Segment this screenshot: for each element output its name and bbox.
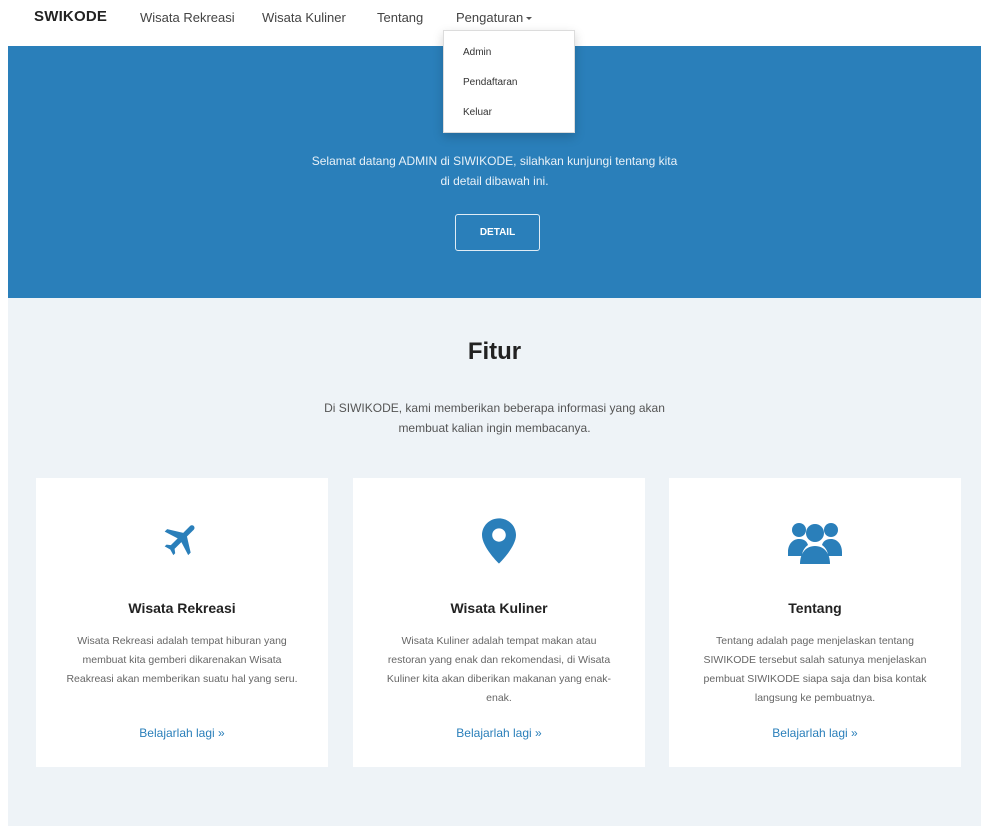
card-title: Tentang: [788, 600, 842, 616]
card-title: Wisata Kuliner: [450, 600, 548, 616]
card-title: Wisata Rekreasi: [128, 600, 236, 616]
features-description: Di SIWIKODE, kami memberikan beberapa in…: [8, 398, 981, 438]
hero-text-line1: Selamat datang ADMIN di SIWIKODE, silahk…: [311, 154, 678, 168]
detail-button[interactable]: DETAIL: [455, 214, 540, 251]
learn-more-link[interactable]: Belajarlah lagi »: [669, 726, 961, 740]
card-text: Wisata Rekreasi adalah tempat hiburan ya…: [66, 635, 298, 685]
nav-link-wisata-kuliner[interactable]: Wisata Kuliner: [262, 10, 346, 25]
caret-down-icon: [526, 17, 533, 21]
nav-link-pengaturan-label: Pengaturan: [456, 10, 524, 25]
feature-card-tentang: Tentang Tentang adalah page menjelaskan …: [669, 478, 961, 767]
learn-more-link[interactable]: Belajarlah lagi »: [36, 726, 328, 740]
card-text: Tentang adalah page menjelaskan tentang …: [703, 635, 927, 704]
nav-dropdown-pengaturan[interactable]: Pengaturan: [456, 10, 533, 25]
dropdown-item-admin[interactable]: Admin: [463, 47, 491, 58]
page: SWIKODE Wisata Rekreasi Wisata Kuliner T…: [0, 0, 981, 826]
plane-icon: [36, 518, 328, 566]
nav-link-tentang[interactable]: Tentang: [377, 10, 423, 25]
feature-card-wisata-rekreasi: Wisata Rekreasi Wisata Rekreasi adalah t…: [36, 478, 328, 767]
features-desc-line2: membuat kalian ingin membacanya.: [398, 421, 591, 435]
features-title: Fitur: [467, 338, 522, 365]
hero-text-line2: di detail dibawah ini.: [440, 174, 549, 188]
learn-more-link[interactable]: Belajarlah lagi »: [353, 726, 645, 740]
pengaturan-dropdown-menu: Admin Pendaftaran Keluar: [443, 30, 575, 133]
dropdown-item-pendaftaran[interactable]: Pendaftaran: [463, 77, 518, 88]
dropdown-item-keluar[interactable]: Keluar: [463, 107, 492, 118]
hero-text: Selamat datang ADMIN di SIWIKODE, silahk…: [8, 151, 981, 191]
card-text: Wisata Kuliner adalah tempat makan atau …: [386, 635, 612, 704]
brand-logo[interactable]: SWIKODE: [34, 8, 107, 25]
map-marker-icon: [353, 518, 645, 566]
users-icon: [669, 518, 961, 566]
nav-link-wisata-rekreasi[interactable]: Wisata Rekreasi: [140, 10, 235, 25]
features-desc-line1: Di SIWIKODE, kami memberikan beberapa in…: [324, 401, 665, 415]
features-section: Fitur Di SIWIKODE, kami memberikan beber…: [8, 298, 981, 826]
feature-card-wisata-kuliner: Wisata Kuliner Wisata Kuliner adalah tem…: [353, 478, 645, 767]
